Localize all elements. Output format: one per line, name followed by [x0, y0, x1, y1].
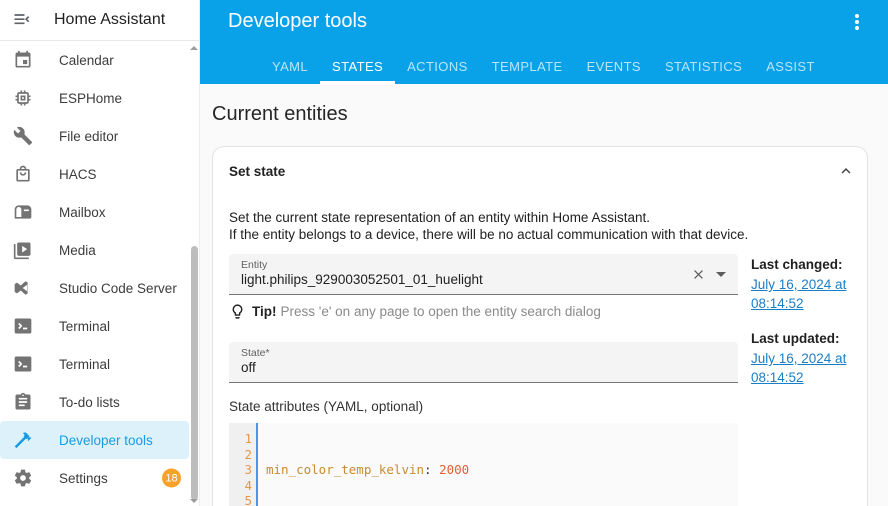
sidebar-item-hacs[interactable]: HACS [0, 155, 189, 193]
tab-template[interactable]: TEMPLATE [480, 49, 575, 84]
page-title: Developer tools [228, 10, 367, 33]
sidebar-item-file-editor[interactable]: File editor [0, 117, 189, 155]
tip-label: Tip! [252, 304, 277, 319]
sidebar-item-mailbox[interactable]: Mailbox [0, 193, 189, 231]
sidebar-item-label: Terminal [59, 357, 110, 372]
clear-icon[interactable] [691, 267, 706, 282]
sidebar-item-media[interactable]: Media [0, 231, 189, 269]
sidebar-item-calendar[interactable]: Calendar [0, 41, 189, 79]
tab-events[interactable]: EVENTS [575, 49, 653, 84]
tab-assist[interactable]: ASSIST [754, 49, 827, 84]
sidebar-item-label: Terminal [59, 319, 110, 334]
calendar-icon [13, 50, 33, 70]
sidebar-nav: Calendar ESPHome File editor HACS Mailbo… [0, 41, 189, 497]
entity-tip: Tip! Press 'e' on any page to open the e… [229, 303, 738, 320]
sidebar-item-label: Media [59, 243, 96, 258]
last-updated-link[interactable]: July 16, 2024 at 08:14:52 [751, 349, 851, 387]
section-heading: Current entities [212, 103, 348, 126]
sidebar-item-studio-code-server[interactable]: Studio Code Server [0, 269, 189, 307]
shopping-bag-icon [13, 164, 33, 184]
mailbox-icon [13, 202, 33, 222]
tab-states[interactable]: STATES [320, 49, 395, 84]
wrench-icon [13, 126, 33, 146]
sidebar-collapse-icon[interactable] [0, 10, 44, 30]
state-field-value: off [241, 359, 726, 376]
last-changed-label: Last changed: [751, 257, 851, 272]
sidebar-item-label: Settings [59, 471, 108, 486]
sidebar-item-label: File editor [59, 129, 118, 144]
tip-text: Press 'e' on any page to open the entity… [281, 304, 601, 319]
entity-field-value: light.philips_929003052501_01_huelight [241, 271, 726, 288]
state-field-label: State* [241, 347, 726, 359]
set-state-form: Entity light.philips_929003052501_01_hue… [229, 254, 851, 506]
sidebar-item-label: Studio Code Server [59, 281, 177, 296]
yaml-editor[interactable]: 1 2 3 4 5 min_color_temp_kelvin: 2000 ma… [229, 423, 738, 506]
last-changed-link[interactable]: July 16, 2024 at 08:14:52 [751, 275, 851, 313]
gear-icon [13, 468, 33, 488]
app-header: Developer tools YAML STATES ACTIONS TEMP… [200, 0, 888, 84]
state-field[interactable]: State* off [229, 342, 738, 383]
tab-bar: YAML STATES ACTIONS TEMPLATE EVENTS STAT… [260, 49, 827, 84]
description-line: Set the current state representation of … [229, 209, 851, 226]
sidebar: Home Assistant Calendar ESPHome File edi… [0, 0, 200, 506]
main-content: Current entities Set state Set the curre… [200, 84, 888, 506]
sidebar-scroll-up-icon[interactable] [190, 46, 198, 50]
entity-timestamps: Last changed: July 16, 2024 at 08:14:52 … [751, 254, 851, 506]
attributes-label: State attributes (YAML, optional) [229, 399, 738, 414]
sidebar-item-label: To-do lists [59, 395, 120, 410]
sidebar-item-terminal-1[interactable]: Terminal [0, 307, 189, 345]
sidebar-item-label: HACS [59, 167, 97, 182]
sidebar-scroll-down-icon[interactable] [190, 499, 198, 503]
editor-line-numbers: 1 2 3 4 5 [229, 423, 256, 506]
play-box-icon [13, 240, 33, 260]
last-updated-label: Last updated: [751, 331, 851, 346]
line-number: 2 [229, 447, 252, 463]
line-number: 3 [229, 462, 252, 478]
chevron-up-icon[interactable] [835, 160, 857, 182]
tab-actions[interactable]: ACTIONS [395, 49, 480, 84]
sidebar-scrollbar[interactable] [191, 246, 198, 500]
entity-field-label: Entity [241, 259, 726, 271]
dropdown-caret-icon[interactable] [716, 272, 726, 277]
set-state-card: Set state Set the current state represen… [212, 146, 868, 506]
card-description: Set the current state representation of … [229, 209, 851, 243]
hammer-icon [13, 430, 33, 450]
sidebar-item-label: Calendar [59, 53, 114, 68]
card-header: Set state [213, 147, 867, 182]
sidebar-item-todo-lists[interactable]: To-do lists [0, 383, 189, 421]
tab-statistics[interactable]: STATISTICS [653, 49, 754, 84]
chip-icon [13, 88, 33, 108]
vscode-icon [13, 278, 33, 298]
overflow-menu-icon[interactable] [848, 13, 866, 31]
sidebar-item-developer-tools[interactable]: Developer tools [0, 421, 189, 459]
tab-yaml[interactable]: YAML [260, 49, 320, 84]
sidebar-item-terminal-2[interactable]: Terminal [0, 345, 189, 383]
sidebar-item-settings[interactable]: Settings 18 [0, 459, 189, 497]
sidebar-item-label: Developer tools [59, 433, 153, 448]
sidebar-item-label: ESPHome [59, 91, 122, 106]
editor-content: min_color_temp_kelvin: 2000 max_color_te… [258, 423, 469, 506]
line-number: 4 [229, 478, 252, 494]
terminal-icon [13, 316, 33, 336]
entity-field[interactable]: Entity light.philips_929003052501_01_hue… [229, 254, 738, 295]
terminal-icon [13, 354, 33, 374]
card-title: Set state [229, 164, 285, 179]
clipboard-list-icon [13, 392, 33, 412]
settings-notification-badge: 18 [162, 469, 181, 488]
line-number: 1 [229, 431, 252, 447]
code-line: min_color_temp_kelvin: 2000 [266, 462, 469, 478]
sidebar-item-label: Mailbox [59, 205, 106, 220]
app-title: Home Assistant [54, 11, 165, 29]
line-number: 5 [229, 493, 252, 506]
sidebar-header: Home Assistant [0, 0, 199, 41]
sidebar-item-esphome[interactable]: ESPHome [0, 79, 189, 117]
description-line: If the entity belongs to a device, there… [229, 226, 851, 243]
lightbulb-icon [229, 303, 246, 320]
